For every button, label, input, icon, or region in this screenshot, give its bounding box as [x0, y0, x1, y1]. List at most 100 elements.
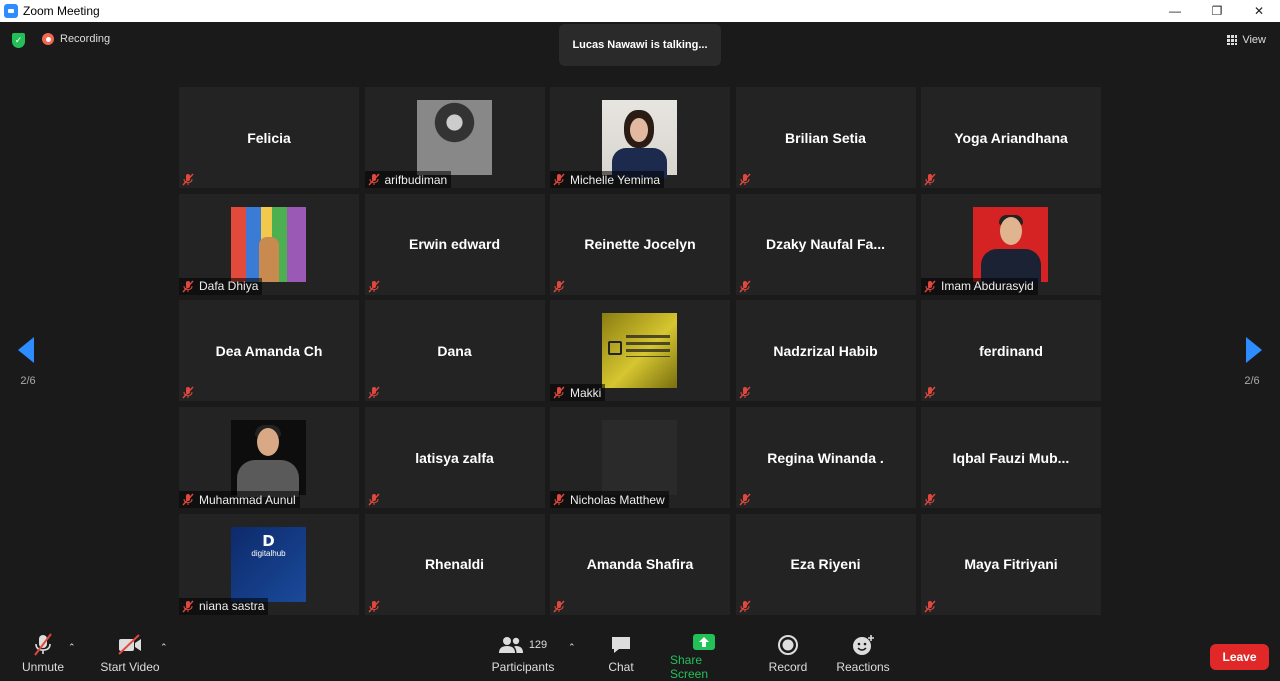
- participant-name: Erwin edward: [408, 236, 501, 253]
- muted-mic-icon: [550, 278, 568, 295]
- participant-tile[interactable]: Dafa Dhiya: [179, 193, 359, 295]
- participant-name: Makki: [570, 385, 602, 400]
- chat-button[interactable]: Chat: [606, 630, 636, 681]
- participant-name: Dana: [437, 342, 472, 359]
- participant-tile[interactable]: Reinette Jocelyn: [550, 193, 730, 295]
- start-video-button[interactable]: Start Video: [100, 630, 160, 681]
- participant-tile[interactable]: ferdinand: [921, 300, 1101, 402]
- participant-name-label: Imam Abdurasyid: [921, 277, 1038, 295]
- participant-tile[interactable]: Michelle Yemima: [550, 87, 730, 188]
- participant-video-thumbnail: [231, 420, 306, 498]
- record-label: Record: [768, 660, 808, 674]
- participant-name: Rhenaldi: [424, 556, 485, 573]
- participant-mic-status: [736, 278, 756, 295]
- share-screen-button[interactable]: Share Screen: [670, 630, 738, 681]
- share-screen-label: Share Screen: [670, 653, 709, 681]
- participant-mic-status: [365, 598, 385, 615]
- participant-tile[interactable]: latisya zalfa: [364, 407, 545, 509]
- participants-button[interactable]: 129 Participants: [492, 630, 554, 681]
- unmute-label: Unmute: [21, 660, 65, 674]
- participant-name: Muhammad Aunul: [199, 492, 296, 507]
- participant-name-label: Nicholas Matthew: [550, 491, 669, 509]
- participant-video-thumbnail: [602, 313, 677, 389]
- participant-name: Michelle Yemima: [570, 172, 661, 187]
- participants-icon: [498, 637, 523, 653]
- participant-tile[interactable]: Dana: [364, 300, 545, 402]
- muted-mic-icon: [736, 278, 754, 295]
- participant-video-thumbnail: [973, 206, 1048, 284]
- participant-name: Iqbal Fauzi Mub...: [952, 449, 1070, 466]
- participant-name: Yoga Ariandhana: [954, 129, 1068, 146]
- participant-tile[interactable]: Dzaky Naufal Fa...: [735, 193, 916, 295]
- participant-mic-status: [365, 491, 385, 508]
- restore-button[interactable]: ❐: [1196, 0, 1238, 22]
- muted-mic-icon: [736, 491, 754, 508]
- participant-mic-status: [921, 171, 941, 188]
- security-shield-icon[interactable]: ✓: [12, 33, 25, 48]
- participant-mic-status: [365, 278, 385, 295]
- participant-name: niana sastra: [199, 599, 265, 614]
- participant-tile[interactable]: Dea Amanda Ch: [179, 300, 359, 402]
- participant-name-label: Muhammad Aunul: [179, 491, 300, 509]
- participant-name: Eza Riyeni: [790, 556, 861, 573]
- reactions-button[interactable]: Reactions: [836, 630, 890, 681]
- view-label: View: [1242, 34, 1266, 46]
- participant-tile[interactable]: Yoga Ariandhana: [921, 87, 1101, 188]
- minimize-button[interactable]: —: [1154, 0, 1196, 22]
- participant-mic-status: [736, 384, 756, 401]
- meeting-toolbar: Unmute ⌃ Start Video ⌃ 129 Participants …: [0, 630, 1280, 681]
- video-options-chevron-up-icon[interactable]: ⌃: [160, 642, 168, 653]
- share-screen-icon: [692, 630, 716, 653]
- participant-tile[interactable]: Amanda Shafira: [550, 513, 730, 615]
- view-button[interactable]: View: [1227, 34, 1266, 46]
- participant-name: Brilian Setia: [785, 129, 866, 146]
- close-button[interactable]: ✕: [1238, 0, 1280, 22]
- muted-mic-icon: [179, 384, 197, 401]
- participant-tile[interactable]: Eza Riyeni: [735, 513, 916, 615]
- participant-tile[interactable]: Ddigitalhub niana sastra: [179, 513, 359, 615]
- participant-mic-status: [550, 278, 570, 295]
- participants-options-chevron-up-icon[interactable]: ⌃: [568, 642, 576, 653]
- participant-tile[interactable]: Iqbal Fauzi Mub...: [921, 407, 1101, 509]
- leave-button[interactable]: Leave: [1210, 644, 1269, 670]
- unmute-button[interactable]: Unmute: [20, 630, 66, 681]
- muted-mic-icon: [179, 491, 197, 508]
- participant-name-label: Dafa Dhiya: [179, 277, 263, 295]
- participant-mic-status: [550, 598, 570, 615]
- participant-tile[interactable]: Maya Fitriyani: [921, 513, 1101, 615]
- muted-mic-icon: [550, 171, 568, 188]
- recording-indicator[interactable]: Recording: [42, 33, 110, 45]
- participant-tile[interactable]: Nicholas Matthew: [550, 407, 730, 509]
- muted-mic-icon: [179, 278, 197, 295]
- muted-mic-icon: [921, 171, 939, 188]
- participant-tile[interactable]: Imam Abdurasyid: [921, 193, 1101, 295]
- chat-icon: [610, 630, 632, 660]
- participant-tile[interactable]: Felicia: [179, 87, 359, 188]
- muted-mic-icon: [736, 384, 754, 401]
- participant-tile[interactable]: arifbudiman: [364, 87, 545, 188]
- muted-mic-icon: [736, 171, 754, 188]
- participant-tile[interactable]: Erwin edward: [364, 193, 545, 295]
- participant-name: ferdinand: [979, 342, 1043, 359]
- participant-tile[interactable]: Nadzrizal Habib: [735, 300, 916, 402]
- participants-count: 129: [528, 639, 548, 651]
- participant-name: Imam Abdurasyid: [941, 279, 1034, 294]
- participant-tile[interactable]: Makki: [550, 300, 730, 402]
- next-page-arrow-icon[interactable]: [1246, 337, 1262, 363]
- participant-name: Dzaky Naufal Fa...: [765, 236, 886, 253]
- grid-view-icon: [1227, 35, 1238, 45]
- participant-mic-status: [921, 598, 941, 615]
- muted-mic-icon: [32, 630, 54, 660]
- participant-tile[interactable]: Rhenaldi: [364, 513, 545, 615]
- participant-video-thumbnail: Ddigitalhub: [231, 526, 306, 602]
- participant-tile[interactable]: Regina Winanda .: [735, 407, 916, 509]
- participant-name: Nicholas Matthew: [570, 492, 665, 507]
- muted-mic-icon: [365, 598, 383, 615]
- audio-options-chevron-up-icon[interactable]: ⌃: [68, 642, 76, 653]
- participant-video-thumbnail: [602, 420, 677, 496]
- record-button[interactable]: Record: [768, 630, 808, 681]
- muted-mic-icon: [736, 598, 754, 615]
- previous-page-arrow-icon[interactable]: [18, 337, 34, 363]
- participant-tile[interactable]: Brilian Setia: [735, 87, 916, 188]
- participant-tile[interactable]: Muhammad Aunul: [179, 407, 359, 509]
